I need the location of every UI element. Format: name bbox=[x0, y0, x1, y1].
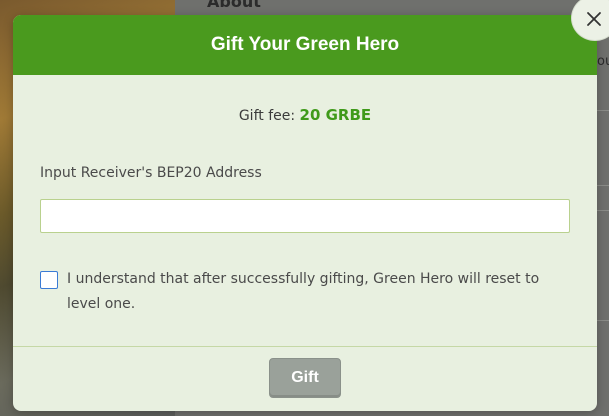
gift-fee-label: Gift fee: bbox=[238, 108, 296, 124]
agree-text: I understand that after successfully gif… bbox=[67, 271, 540, 312]
background-divider bbox=[597, 185, 609, 186]
background-divider bbox=[597, 210, 609, 211]
close-icon bbox=[587, 12, 601, 26]
agree-row: I understand that after successfully gif… bbox=[40, 270, 570, 317]
agree-checkbox[interactable] bbox=[40, 271, 58, 289]
background-divider bbox=[597, 320, 609, 321]
modal-header: Gift Your Green Hero bbox=[13, 15, 597, 75]
receiver-address-input[interactable] bbox=[40, 199, 570, 233]
gift-hero-modal: Gift Your Green Hero Gift fee: 20 GRBE I… bbox=[13, 15, 597, 411]
modal-footer-divider bbox=[13, 346, 597, 347]
gift-button[interactable]: Gift bbox=[269, 358, 341, 398]
modal-title: Gift Your Green Hero bbox=[210, 34, 400, 55]
gift-fee-value: 20 GRBE bbox=[299, 106, 372, 124]
background-side-text: ou bbox=[597, 54, 609, 69]
background-divider bbox=[597, 110, 609, 111]
gift-fee-row: Gift fee: 20 GRBE bbox=[13, 106, 597, 124]
receiver-address-label: Input Receiver's BEP20 Address bbox=[40, 165, 262, 181]
background-heading: About bbox=[207, 0, 261, 11]
